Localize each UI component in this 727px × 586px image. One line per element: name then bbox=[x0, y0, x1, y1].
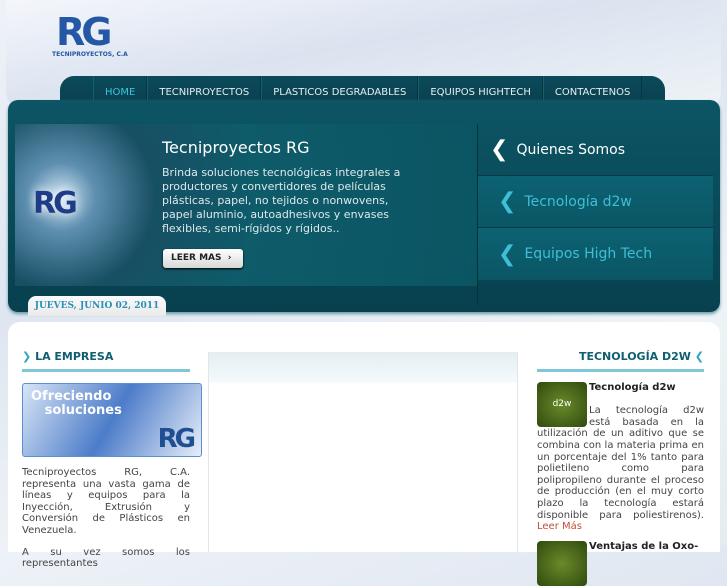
side-menu: ❮ Quienes Somos ❮ Tecnología d2w ❮ Equipos … bbox=[477, 124, 713, 306]
hero-logo: RG bbox=[33, 186, 78, 221]
news-item: d2w Tecnología d2w La tecnología d2w est… bbox=[537, 382, 704, 533]
news-title[interactable]: Ventajas de la Oxo- bbox=[589, 541, 698, 552]
chevron-left-icon: ❮ bbox=[694, 350, 704, 363]
company-text-2: A su vez somos los representantes bbox=[22, 546, 190, 570]
section-heading: TECNOLOGÍA D2W ❮ bbox=[537, 350, 704, 372]
leer-mas-link[interactable]: Leer Más bbox=[537, 521, 582, 532]
side-item-quienes-somos[interactable]: ❮ Quienes Somos bbox=[478, 124, 713, 176]
hero-title: Tecniproyectos RG bbox=[162, 138, 310, 157]
news-thumbnail bbox=[537, 540, 587, 586]
side-item-tecnologia[interactable]: ❮ Tecnología d2w bbox=[478, 176, 713, 228]
d2w-thumbnail: d2w bbox=[537, 382, 587, 427]
section-heading: ❯ LA EMPRESA bbox=[22, 350, 190, 372]
left-column: ❯ LA EMPRESA Ofreciendo soluciones RG Tec… bbox=[22, 350, 202, 570]
hero-panel: RG Tecniproyectos RG Brinda soluciones t… bbox=[8, 100, 720, 312]
news-item: Ventajas de la Oxo- bbox=[537, 540, 704, 586]
leer-mas-button[interactable]: LEER MAS › bbox=[163, 249, 243, 268]
company-text: Tecniproyectos RG, C.A. representa una v… bbox=[22, 467, 190, 536]
chevron-left-icon: ❮ bbox=[490, 137, 509, 162]
chevron-left-icon: ❮ bbox=[498, 189, 517, 214]
hero-text: Brinda soluciones tecnológicas integrale… bbox=[162, 166, 401, 235]
chevron-right-icon: ❯ bbox=[22, 350, 32, 363]
news-title[interactable]: Tecnología d2w bbox=[589, 382, 676, 393]
side-item-equipos[interactable]: ❮ Equipos High Tech bbox=[478, 228, 713, 280]
logo[interactable]: RG TECNIPROYECTOS, C.A bbox=[52, 10, 128, 58]
center-column bbox=[208, 352, 518, 552]
date-label: JUEVES, JUNIO 02, 2011 bbox=[28, 296, 166, 316]
hero-slide: RG Tecniproyectos RG Brinda soluciones t… bbox=[15, 124, 477, 286]
promo-banner[interactable]: Ofreciendo soluciones RG bbox=[22, 383, 202, 457]
right-column: TECNOLOGÍA D2W ❮ d2w Tecnología d2w La t… bbox=[537, 350, 704, 586]
chevron-left-icon: ❮ bbox=[498, 241, 517, 267]
